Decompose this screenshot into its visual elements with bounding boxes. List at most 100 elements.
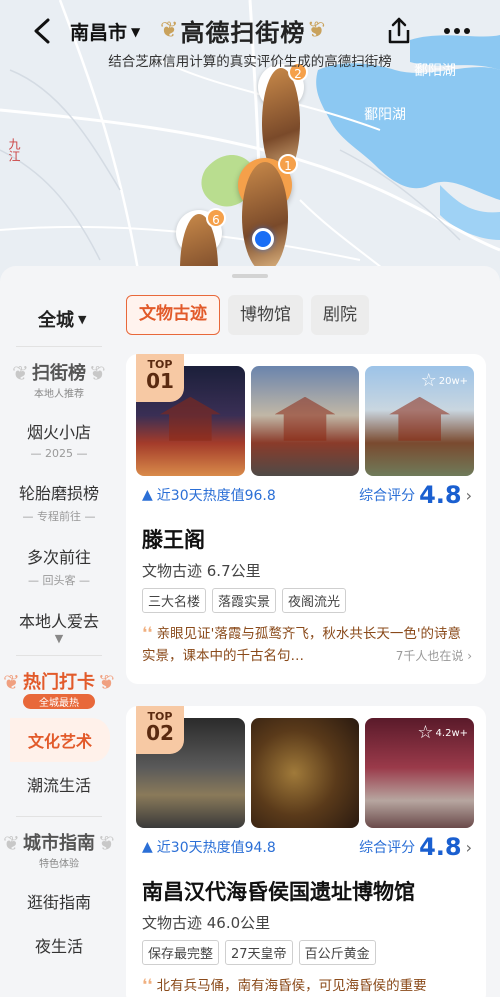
sidebar: ❦ 扫街榜 本地人推荐 ❦ 烟火小店 — 2025 — 轮胎磨损榜 — 专程前往… xyxy=(0,346,118,967)
tag: 三大名楼 xyxy=(142,588,207,613)
sidebar-item-label: 逛街指南 xyxy=(26,893,91,912)
sidebar-item-nightlife[interactable]: 夜生活 xyxy=(0,923,118,967)
tag: 百公斤黄金 xyxy=(298,940,376,965)
rating-score: 4.8 xyxy=(419,481,462,509)
badge-title: 扫街榜 xyxy=(32,363,86,384)
pin-rank-badge: 1 xyxy=(278,154,298,174)
favorite-button[interactable]: ☆ 4.2w+ xyxy=(417,724,468,742)
place-photo[interactable]: ☆ 20w+ xyxy=(365,366,475,476)
place-category-distance: 文物古迹 6.7公里 xyxy=(142,562,261,580)
place-card[interactable]: TOP 01 ☆ 20w+ ▲ 近30天热度值96.8 综合评分 4.8 › 滕… xyxy=(126,354,486,684)
rating-score: 4.8 xyxy=(419,833,462,861)
pin-rank-badge: 6 xyxy=(206,208,226,228)
quote-count: 7千人也在说 › xyxy=(395,649,472,663)
sidebar-item-label: 夜生活 xyxy=(34,937,83,956)
place-card[interactable]: TOP 02 ☆ 4.2w+ ▲ 近30天热度值94.8 综合评分 4.8 › xyxy=(126,706,486,997)
quote-icon: ❛❛ xyxy=(142,623,153,642)
tab-museum[interactable]: 博物馆 xyxy=(228,295,303,335)
star-icon: ☆ xyxy=(417,722,434,743)
chevron-right-icon: › xyxy=(465,837,472,857)
favorite-button[interactable]: ☆ 20w+ xyxy=(421,372,468,390)
sidebar-item-shopping-guide[interactable]: 逛街指南 xyxy=(0,879,118,923)
heat-value: ▲ 近30天热度值96.8 xyxy=(142,485,276,505)
map-region-label: 九江 xyxy=(7,138,21,162)
rating-label: 综合评分 xyxy=(359,840,416,856)
sidebar-item-label: 轮胎磨损榜 xyxy=(18,484,99,503)
tag: 保存最完整 xyxy=(142,940,220,965)
page-title: ❦ 高德扫街榜 ❦ xyxy=(160,10,326,50)
category-tabs: 文物古迹 博物馆 剧院 xyxy=(126,295,369,335)
badge-subtitle: 特色体验 xyxy=(39,859,79,870)
tab-theater[interactable]: 剧院 xyxy=(311,295,369,335)
sidebar-section-guide: ❦ 城市指南 特色体验 ❦ xyxy=(0,817,118,879)
sidebar-item-repeat-visits[interactable]: 多次前往 — 回头客 — xyxy=(0,534,118,598)
place-name[interactable]: 滕王阁 xyxy=(142,524,205,554)
city-guide-badge[interactable]: ❦ 城市指南 特色体验 ❦ xyxy=(3,829,115,870)
favorite-count: 4.2w+ xyxy=(435,727,469,739)
stats-row: ▲ 近30天热度值94.8 综合评分 4.8 › xyxy=(142,833,472,861)
place-name[interactable]: 南昌汉代海昏侯国遗址博物馆 xyxy=(142,876,415,906)
chevron-down-icon[interactable]: ▼ xyxy=(0,632,118,645)
sidebar-item-culture-art[interactable]: 文化艺术 xyxy=(10,718,110,762)
more-icon[interactable] xyxy=(440,16,474,46)
map-view[interactable]: 九江 鄱阳湖 鄱阳湖 2 6 1 南昌市 ▼ ❦ 高德扫街榜 ❦ 结合芝麻信用计… xyxy=(0,0,500,282)
caret-down-icon: ▼ xyxy=(131,24,141,39)
sidebar-item-locals-love[interactable]: 本地人爱去 xyxy=(0,598,118,636)
rank-badge: TOP 01 xyxy=(136,354,184,402)
chevron-right-icon: › xyxy=(465,485,472,505)
tag: 27天皇帝 xyxy=(225,940,293,965)
share-icon[interactable] xyxy=(384,16,414,46)
tag-list: 三大名楼 落霞实景 夜阁流光 xyxy=(142,588,347,613)
sidebar-section-hot: ❦ 热门打卡 全城最热 ❦ xyxy=(0,656,118,718)
sidebar-item-trend-life[interactable]: 潮流生活 xyxy=(0,762,118,806)
top-bar: 南昌市 ▼ ❦ 高德扫街榜 ❦ 结合芝麻信用计算的真实评价生成的高德扫街榜 xyxy=(0,0,500,70)
star-icon: ☆ xyxy=(420,370,437,391)
place-photo[interactable] xyxy=(250,366,360,476)
badge-title: 城市指南 xyxy=(23,833,95,854)
drag-handle[interactable] xyxy=(232,274,268,278)
photo-strip: ☆ 20w+ xyxy=(136,366,475,476)
sidebar-item-label: 本地人爱去 xyxy=(18,612,99,631)
ranking-badge[interactable]: ❦ 扫街榜 本地人推荐 ❦ xyxy=(12,359,106,400)
sidebar-section-ranking: ❦ 扫街榜 本地人推荐 ❦ xyxy=(0,347,118,409)
sidebar-item-label: 文化艺术 xyxy=(27,732,92,751)
map-pin-2[interactable]: 2 xyxy=(258,62,308,178)
page-title-text: 高德扫街榜 xyxy=(180,18,306,47)
sidebar-item-small-shops[interactable]: 烟火小店 — 2025 — xyxy=(0,409,118,470)
hot-checkin-badge[interactable]: ❦ 热门打卡 全城最热 ❦ xyxy=(3,668,115,709)
sidebar-item-label: 多次前往 xyxy=(26,548,91,567)
scope-selector[interactable]: 全城 ▼ xyxy=(38,306,86,332)
tag-list: 保存最完整 27天皇帝 百公斤黄金 xyxy=(142,940,376,965)
badge-title: 热门打卡 xyxy=(23,672,95,693)
place-category-distance: 文物古迹 46.0公里 xyxy=(142,914,271,932)
review-quote[interactable]: ❛❛ 北有兵马俑，南有海昏侯，可见海昏侯的重要 xyxy=(142,974,472,997)
back-arrow-icon[interactable] xyxy=(28,14,58,48)
photo-strip: ☆ 4.2w+ xyxy=(136,718,475,828)
navigation-arrow-icon: ▲ xyxy=(142,487,153,503)
tab-heritage[interactable]: 文物古迹 xyxy=(126,295,220,335)
quote-text: 北有兵马俑，南有海昏侯，可见海昏侯的重要 xyxy=(156,978,427,994)
rank-number: 01 xyxy=(146,369,174,393)
place-photo[interactable] xyxy=(250,718,360,828)
rank-number: 02 xyxy=(146,721,174,745)
badge-subtitle: 全城最热 xyxy=(23,694,95,709)
map-pin-1[interactable]: 1 xyxy=(238,154,298,272)
sidebar-item-tire-wear[interactable]: 轮胎磨损榜 — 专程前往 — xyxy=(0,470,118,534)
heat-text: 近30天热度值96.8 xyxy=(156,488,276,504)
quote-icon: ❛❛ xyxy=(142,975,153,994)
sidebar-item-note: — 2025 — xyxy=(30,447,88,460)
stats-row: ▲ 近30天热度值96.8 综合评分 4.8 › xyxy=(142,481,472,509)
place-photo[interactable]: ☆ 4.2w+ xyxy=(365,718,475,828)
bottom-sheet: 全城 ▼ 文物古迹 博物馆 剧院 ❦ 扫街榜 本地人推荐 ❦ 烟火小店 — 20… xyxy=(0,266,500,997)
sidebar-item-label: 烟火小店 xyxy=(26,423,91,442)
rating-link[interactable]: 综合评分 4.8 › xyxy=(359,833,472,861)
tag: 落霞实景 xyxy=(212,588,277,613)
city-name: 南昌市 xyxy=(70,22,128,44)
rating-link[interactable]: 综合评分 4.8 › xyxy=(359,481,472,509)
map-pin-6[interactable]: 6 xyxy=(176,208,226,282)
favorite-count: 20w+ xyxy=(438,375,469,387)
city-selector[interactable]: 南昌市 ▼ xyxy=(70,18,140,45)
badge-subtitle: 本地人推荐 xyxy=(34,389,84,400)
review-quote[interactable]: ❛❛ 亲眼见证'落霞与孤鹜齐飞，秋水共长天一色'的诗意实景，课本中的千古名句… … xyxy=(142,622,472,667)
sidebar-item-note: — 专程前往 — xyxy=(22,510,96,523)
